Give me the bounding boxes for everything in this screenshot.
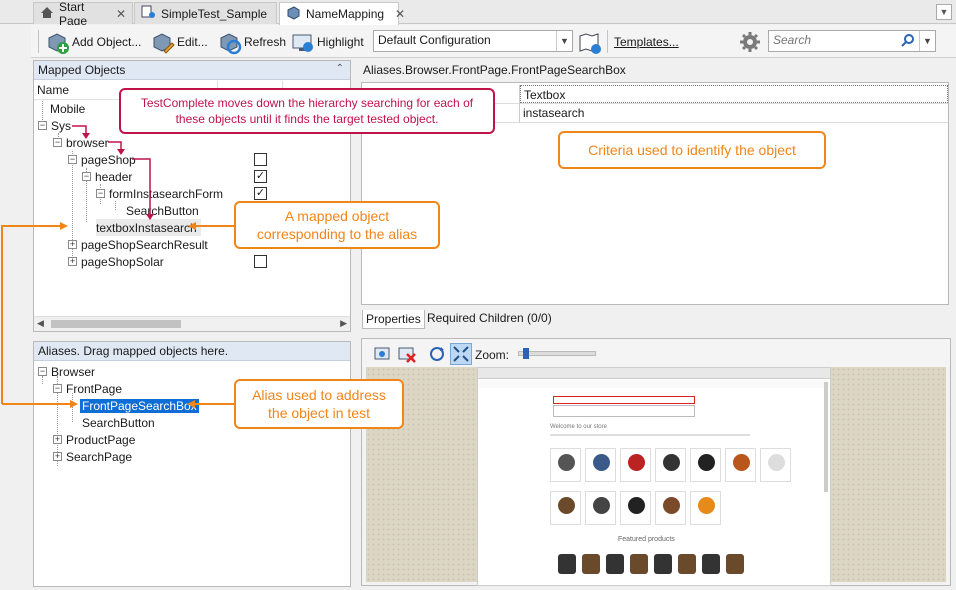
criteria-callout: Criteria used to identify the object	[558, 131, 826, 169]
hierarchy-callout: TestComplete moves down the hierarchy se…	[119, 88, 495, 134]
mapped-object-callout: A mapped object corresponding to the ali…	[234, 201, 440, 249]
alias-callout: Alias used to address the object in test	[234, 379, 404, 429]
